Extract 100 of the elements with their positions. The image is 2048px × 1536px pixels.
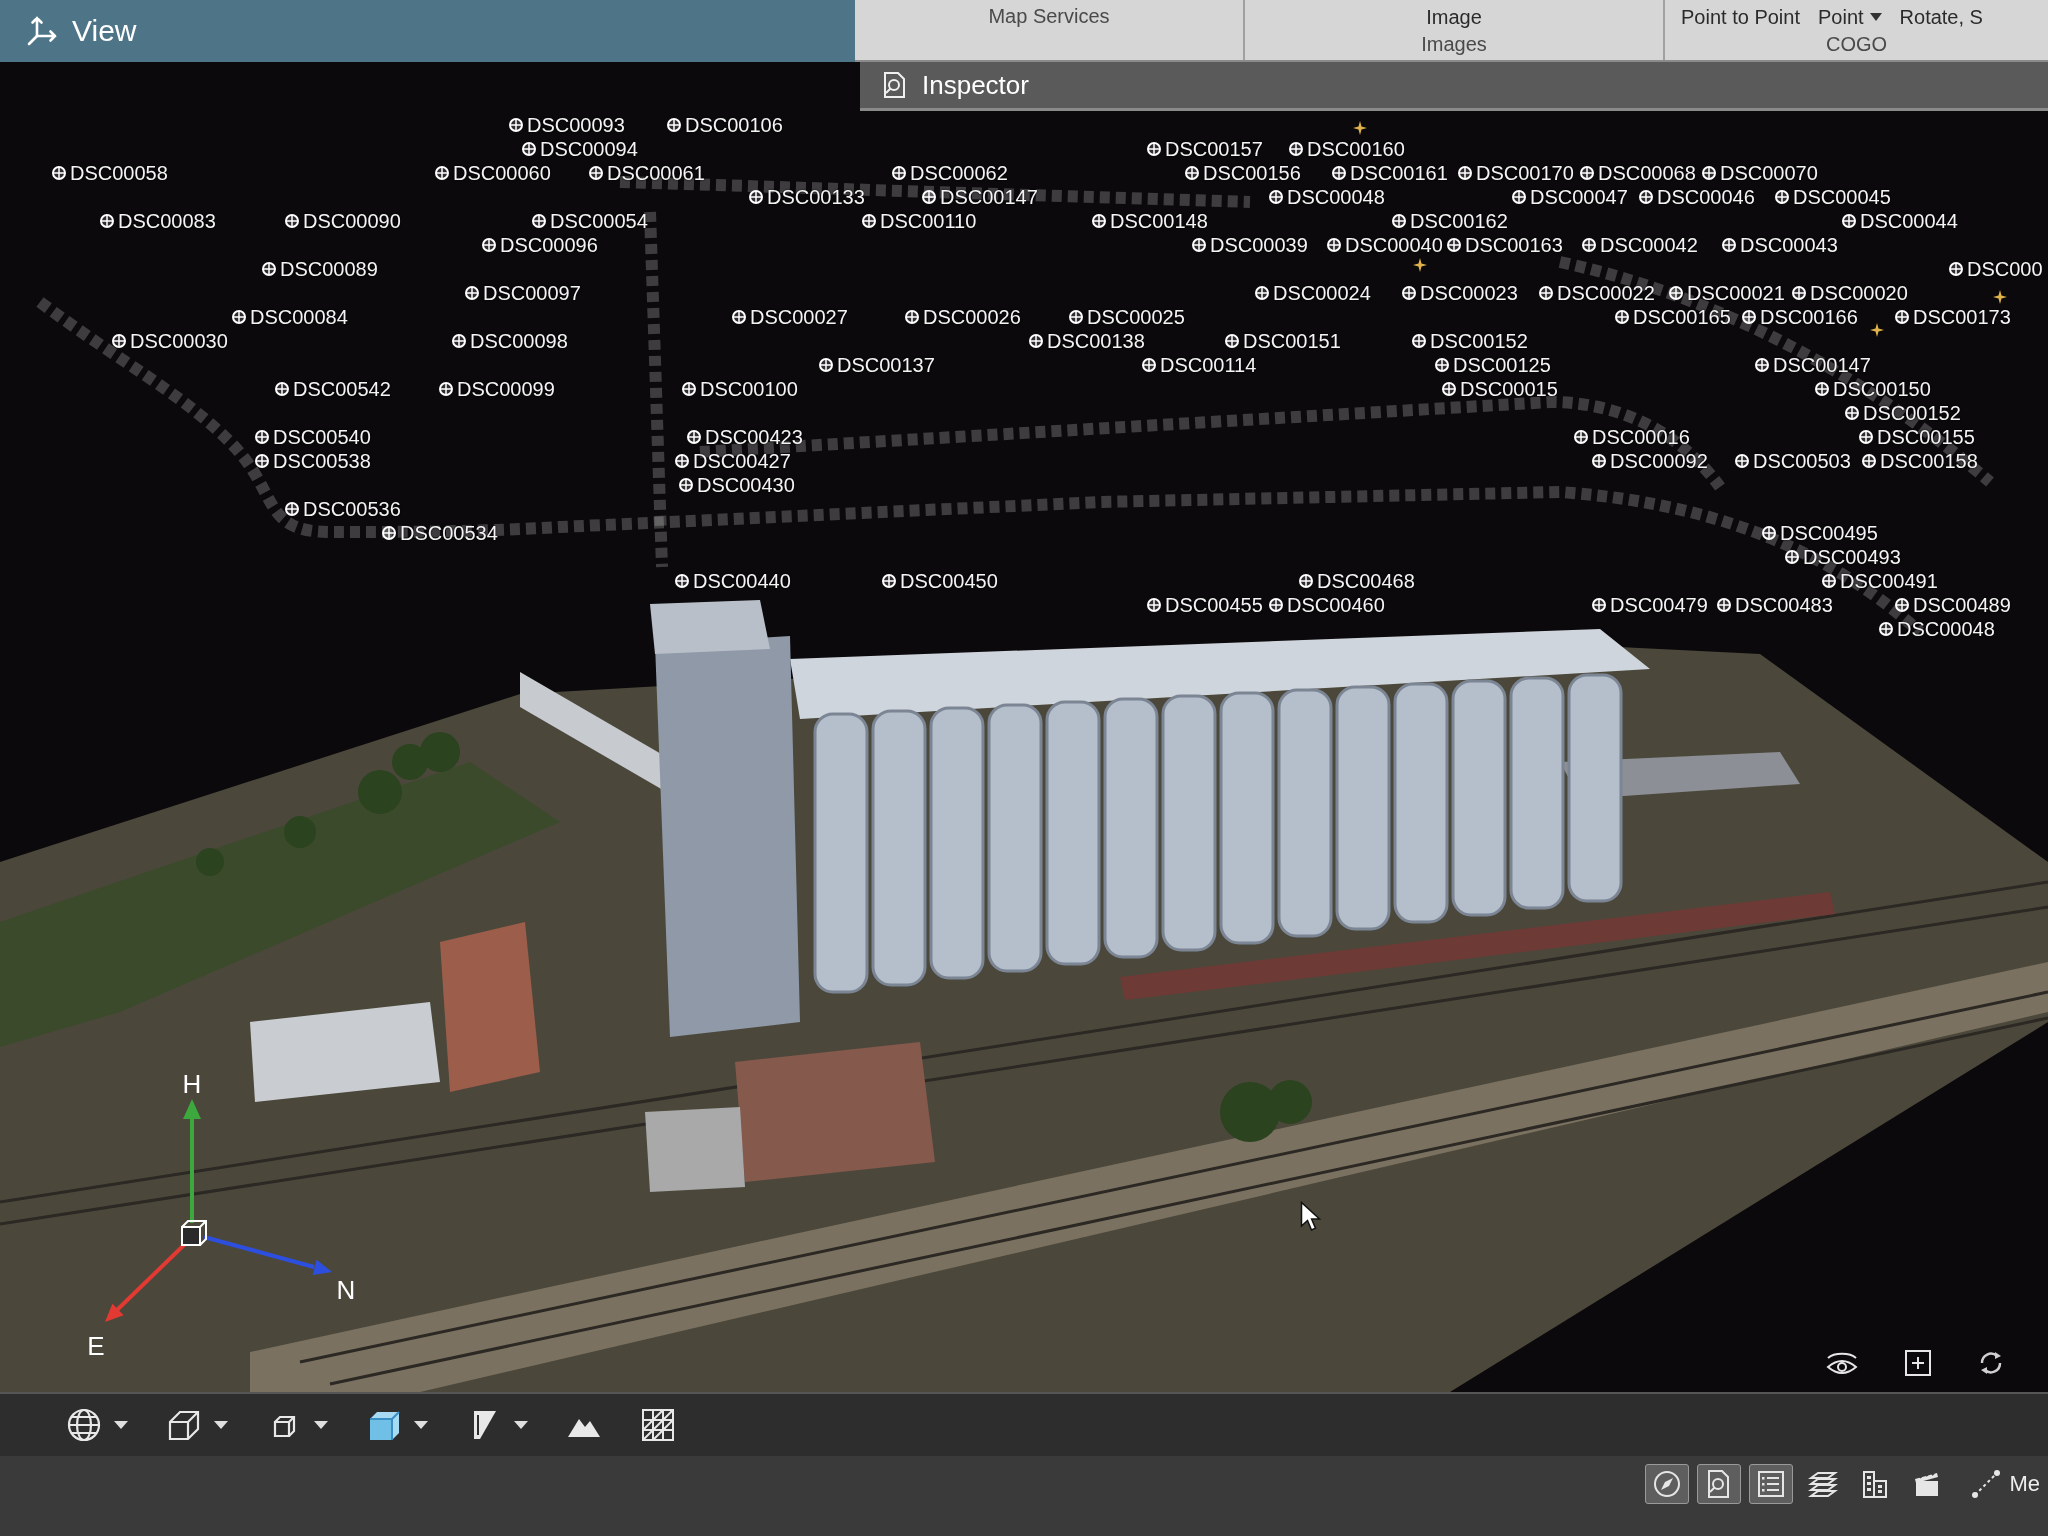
camera-marker-icon — [284, 501, 300, 517]
ribbon-button[interactable]: Image — [1426, 4, 1482, 30]
camera-marker-icon — [1254, 285, 1270, 301]
camera-label: DSC00540 — [273, 426, 371, 448]
camera-label: DSC00148 — [1110, 210, 1208, 232]
status-bar-button[interactable] — [1697, 1464, 1742, 1504]
camera-label: DSC00025 — [1087, 306, 1185, 328]
inspector-tab[interactable]: Inspector — [860, 62, 2048, 111]
list-icon — [1756, 1469, 1787, 1499]
camera-marker-icon — [1814, 381, 1830, 397]
camera-marker-icon — [1268, 189, 1284, 205]
camera-label: DSC00536 — [303, 498, 401, 520]
camera-label: DSC00094 — [540, 138, 638, 160]
camera-label: DSC00093 — [527, 114, 625, 136]
camera-label: DSC00440 — [693, 570, 791, 592]
camera-marker-icon — [1741, 309, 1757, 325]
camera-label: DSC00483 — [1735, 594, 1833, 616]
camera-marker-icon — [1298, 573, 1314, 589]
camera-label: DSC00023 — [1420, 282, 1518, 304]
measure-line-icon — [1971, 1469, 2002, 1499]
ribbon-button[interactable]: Point to Point — [1681, 4, 1800, 30]
camera-marker-icon — [99, 213, 115, 229]
camera-label: DSC00161 — [1350, 162, 1448, 184]
camera-marker-icon — [261, 261, 277, 277]
camera-marker-icon — [921, 189, 937, 205]
camera-marker-icon — [588, 165, 604, 181]
camera-label: DSC00460 — [1287, 594, 1385, 616]
camera-marker-icon — [1591, 597, 1607, 613]
status-bar-button[interactable] — [1645, 1464, 1690, 1504]
camera-marker-icon — [681, 381, 697, 397]
camera-marker-icon — [1791, 285, 1807, 301]
camera-marker-icon — [1538, 285, 1554, 301]
camera-marker-icon — [1638, 189, 1654, 205]
camera-label: DSC00489 — [1913, 594, 2011, 616]
camera-marker-icon — [1391, 213, 1407, 229]
camera-marker-icon — [1579, 165, 1595, 181]
ribbon-group-label: COGO — [1824, 32, 1889, 56]
plus-button[interactable] — [1904, 1349, 1932, 1377]
camera-marker-icon — [1784, 549, 1800, 565]
camera-label: DSC00534 — [400, 522, 498, 544]
camera-label: DSC00039 — [1210, 234, 1308, 256]
status-bar-button[interactable] — [1749, 1464, 1794, 1504]
camera-label: DSC00455 — [1165, 594, 1263, 616]
camera-label: DSC00021 — [1687, 282, 1785, 304]
camera-label: DSC00165 — [1633, 306, 1731, 328]
measure-button[interactable]: Me — [1957, 1464, 2048, 1504]
camera-marker-icon — [1573, 429, 1589, 445]
camera-marker-icon — [1878, 621, 1894, 637]
ribbon-button[interactable]: Rotate, S — [1899, 4, 1983, 30]
camera-label: DSC00147 — [1773, 354, 1871, 376]
tree — [358, 770, 402, 814]
axis-label: N — [336, 1275, 356, 1305]
camera-label: DSC00030 — [130, 330, 228, 352]
camera-label: DSC00100 — [700, 378, 798, 400]
camera-label: DSC00538 — [273, 450, 371, 472]
camera-marker-icon — [521, 141, 537, 157]
camera-marker-icon — [1591, 453, 1607, 469]
camera-marker-icon — [678, 477, 694, 493]
caret-icon — [314, 1421, 328, 1429]
camera-marker-icon — [1581, 237, 1597, 253]
camera-label: DSC00046 — [1657, 186, 1755, 208]
camera-label: DSC00423 — [705, 426, 803, 448]
camera-marker-icon — [1716, 597, 1732, 613]
ribbon-button[interactable]: Point — [1817, 4, 1882, 30]
camera-label: DSC00048 — [1897, 618, 1995, 640]
camera-marker-icon — [1446, 237, 1462, 253]
layers-icon — [1808, 1469, 1839, 1499]
camera-marker-icon — [1068, 309, 1084, 325]
camera-marker-icon — [508, 117, 524, 133]
camera-label: DSC00170 — [1476, 162, 1574, 184]
ribbon-group-label: Images — [1421, 32, 1487, 56]
camera-label: DSC00042 — [1600, 234, 1698, 256]
control-point-icon — [1353, 121, 1367, 135]
camera-label: DSC00092 — [1610, 450, 1708, 472]
tree — [1220, 1082, 1280, 1142]
camera-label: DSC00114 — [1160, 354, 1257, 376]
camera-label: DSC00110 — [880, 210, 977, 232]
camera-marker-icon — [748, 189, 764, 205]
camera-label: DSC00155 — [1877, 426, 1975, 448]
control-point-icon — [1870, 323, 1884, 337]
camera-marker-icon — [231, 309, 247, 325]
camera-marker-icon — [904, 309, 920, 325]
camera-marker-icon — [464, 285, 480, 301]
camera-label: DSC00020 — [1810, 282, 1908, 304]
camera-marker-icon — [111, 333, 127, 349]
camera-marker-icon — [1191, 237, 1207, 253]
camera-marker-icon — [1401, 285, 1417, 301]
camera-label: DSC00044 — [1860, 210, 1958, 232]
camera-marker-icon — [1028, 333, 1044, 349]
camera-label: DSC00048 — [1287, 186, 1385, 208]
camera-label: DSC00054 — [550, 210, 648, 232]
camera-marker-icon — [284, 213, 300, 229]
control-point-icon — [1413, 258, 1427, 272]
control-point-icon — [1993, 290, 2007, 304]
camera-marker-icon — [1614, 309, 1630, 325]
tree — [196, 848, 224, 876]
camera-label: DSC00450 — [900, 570, 998, 592]
camera-marker-icon — [434, 165, 450, 181]
camera-marker-icon — [1948, 261, 1964, 277]
camera-label: DSC00022 — [1557, 282, 1655, 304]
